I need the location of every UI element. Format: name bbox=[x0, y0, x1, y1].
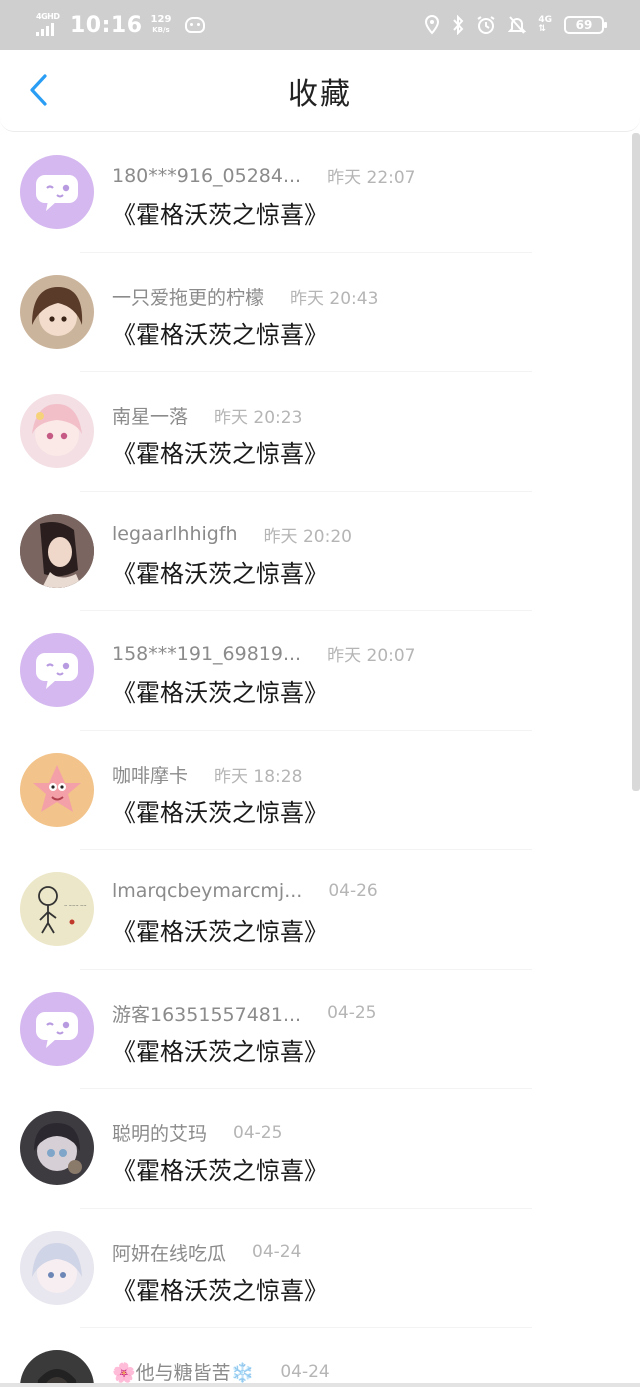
timestamp: 04-24 bbox=[252, 1242, 302, 1262]
battery-icon: 69 bbox=[564, 16, 607, 34]
list-item[interactable]: 游客16351557481... 04-25 《霍格沃茨之惊喜》 bbox=[0, 970, 632, 1089]
list-item[interactable]: 阿妍在线吃瓜 04-24 《霍格沃茨之惊喜》 bbox=[0, 1209, 632, 1328]
user-name[interactable]: 180***916_05284... bbox=[112, 165, 301, 187]
avatar[interactable] bbox=[20, 1111, 94, 1185]
top-bar: 收藏 bbox=[0, 50, 640, 132]
item-meta: 158***191_69819... 昨天 20:07 bbox=[112, 641, 416, 667]
book-title[interactable]: 《霍格沃茨之惊喜》 bbox=[112, 1151, 328, 1186]
avatar[interactable] bbox=[20, 752, 94, 827]
user-name[interactable]: 🌸他与糖皆苦❄️ bbox=[112, 1358, 254, 1385]
item-meta: 一只爱拖更的柠檬 昨天 20:43 bbox=[112, 283, 378, 310]
back-button[interactable] bbox=[18, 70, 58, 110]
timestamp: 昨天 18:28 bbox=[214, 766, 303, 787]
item-meta: 180***916_05284... 昨天 22:07 bbox=[112, 163, 416, 189]
avatar[interactable] bbox=[20, 155, 94, 229]
avatar[interactable] bbox=[20, 1350, 94, 1387]
avatar[interactable]: ~ ~~~ ~~ bbox=[20, 872, 94, 946]
chevron-left-icon bbox=[30, 74, 47, 106]
avatar[interactable] bbox=[20, 513, 94, 588]
list-item[interactable]: 158***191_69819... 昨天 20:07 《霍格沃茨之惊喜》 bbox=[0, 611, 632, 731]
list-item[interactable]: 🌸他与糖皆苦❄️ 04-24 bbox=[0, 1328, 632, 1387]
user-name[interactable]: 一只爱拖更的柠檬 bbox=[112, 283, 264, 310]
network-type: 4GHD bbox=[36, 12, 60, 21]
page-title: 收藏 bbox=[288, 76, 352, 112]
book-title[interactable]: 《霍格沃茨之惊喜》 bbox=[112, 434, 328, 469]
timestamp: 昨天 20:07 bbox=[327, 646, 416, 666]
item-meta: 游客16351557481... 04-25 bbox=[112, 1000, 377, 1027]
scrollbar[interactable] bbox=[632, 133, 640, 791]
avatar[interactable] bbox=[20, 1230, 94, 1305]
timestamp: 昨天 22:07 bbox=[327, 168, 416, 188]
user-name[interactable]: 聪明的艾玛 bbox=[112, 1119, 207, 1146]
avatar[interactable] bbox=[20, 633, 94, 707]
book-title[interactable]: 《霍格沃茨之惊喜》 bbox=[112, 793, 328, 828]
network-speed: 129 KB/s bbox=[150, 14, 172, 35]
book-title[interactable]: 《霍格沃茨之惊喜》 bbox=[112, 1032, 328, 1067]
item-meta: legaarlhhigfh 昨天 20:20 bbox=[112, 522, 352, 547]
timestamp: 04-25 bbox=[233, 1122, 283, 1143]
item-meta: 聪明的艾玛 04-25 bbox=[112, 1119, 282, 1146]
book-title[interactable]: 《霍格沃茨之惊喜》 bbox=[112, 315, 328, 350]
user-name[interactable]: 南星一落 bbox=[112, 402, 188, 429]
cellular-4g-icon: 4G ⇅ bbox=[538, 15, 552, 34]
location-icon bbox=[425, 15, 440, 35]
user-name[interactable]: 游客16351557481... bbox=[112, 1000, 301, 1027]
svg-text:~ ~~~ ~~: ~ ~~~ ~~ bbox=[64, 903, 87, 908]
list-item[interactable]: ~ ~~~ ~~ lmarqcbeymarcmj... 04-26 《霍格沃茨之… bbox=[0, 850, 632, 970]
status-bar: 4GHD 10:16 129 KB/s 4G ⇅ 69 bbox=[0, 0, 640, 50]
list-item[interactable]: legaarlhhigfh 昨天 20:20 《霍格沃茨之惊喜》 bbox=[0, 492, 632, 611]
list-item[interactable]: 聪明的艾玛 04-25 《霍格沃茨之惊喜》 bbox=[0, 1089, 632, 1209]
book-title[interactable]: 《霍格沃茨之惊喜》 bbox=[112, 554, 328, 589]
timestamp: 04-25 bbox=[327, 1003, 377, 1023]
bottom-divider bbox=[0, 1383, 640, 1387]
user-name[interactable]: legaarlhhigfh bbox=[112, 523, 238, 545]
item-meta: 南星一落 昨天 20:23 bbox=[112, 402, 302, 429]
user-name[interactable]: 咖啡摩卡 bbox=[112, 761, 188, 788]
item-meta: 🌸他与糖皆苦❄️ 04-24 bbox=[112, 1358, 330, 1385]
list-item[interactable]: 南星一落 昨天 20:23 《霍格沃茨之惊喜》 bbox=[0, 372, 632, 492]
book-title[interactable]: 《霍格沃茨之惊喜》 bbox=[112, 195, 328, 230]
list-item[interactable]: 180***916_05284... 昨天 22:07 《霍格沃茨之惊喜》 bbox=[0, 133, 632, 253]
user-name[interactable]: 158***191_69819... bbox=[112, 643, 301, 665]
signal-icon: 4GHD bbox=[36, 10, 62, 40]
timestamp: 昨天 20:43 bbox=[290, 288, 379, 309]
timestamp: 昨天 20:23 bbox=[214, 408, 303, 428]
timestamp: 04-24 bbox=[280, 1361, 330, 1382]
mute-bell-icon bbox=[508, 16, 527, 34]
avatar[interactable] bbox=[20, 394, 94, 468]
avatar[interactable] bbox=[20, 991, 94, 1066]
app-notification-icon bbox=[185, 17, 206, 33]
list-item[interactable]: 咖啡摩卡 昨天 18:28 《霍格沃茨之惊喜》 bbox=[0, 731, 632, 850]
item-meta: lmarqcbeymarcmj... 04-26 bbox=[112, 880, 378, 902]
book-title[interactable]: 《霍格沃茨之惊喜》 bbox=[112, 912, 328, 947]
timestamp: 昨天 20:20 bbox=[263, 526, 352, 547]
alarm-icon bbox=[477, 16, 495, 34]
book-title[interactable]: 《霍格沃茨之惊喜》 bbox=[112, 673, 328, 708]
item-meta: 咖啡摩卡 昨天 18:28 bbox=[112, 761, 302, 788]
list-item[interactable]: 一只爱拖更的柠檬 昨天 20:43 《霍格沃茨之惊喜》 bbox=[0, 253, 632, 372]
avatar[interactable] bbox=[20, 274, 94, 349]
favorites-list: 180***916_05284... 昨天 22:07 《霍格沃茨之惊喜》 一只… bbox=[0, 133, 632, 1387]
book-title[interactable]: 《霍格沃茨之惊喜》 bbox=[112, 1271, 328, 1306]
user-name[interactable]: 阿妍在线吃瓜 bbox=[112, 1239, 226, 1266]
timestamp: 04-26 bbox=[328, 881, 378, 901]
status-time: 10:16 bbox=[70, 12, 143, 38]
user-name[interactable]: lmarqcbeymarcmj... bbox=[112, 880, 302, 902]
item-meta: 阿妍在线吃瓜 04-24 bbox=[112, 1239, 301, 1266]
bluetooth-icon bbox=[453, 15, 464, 35]
